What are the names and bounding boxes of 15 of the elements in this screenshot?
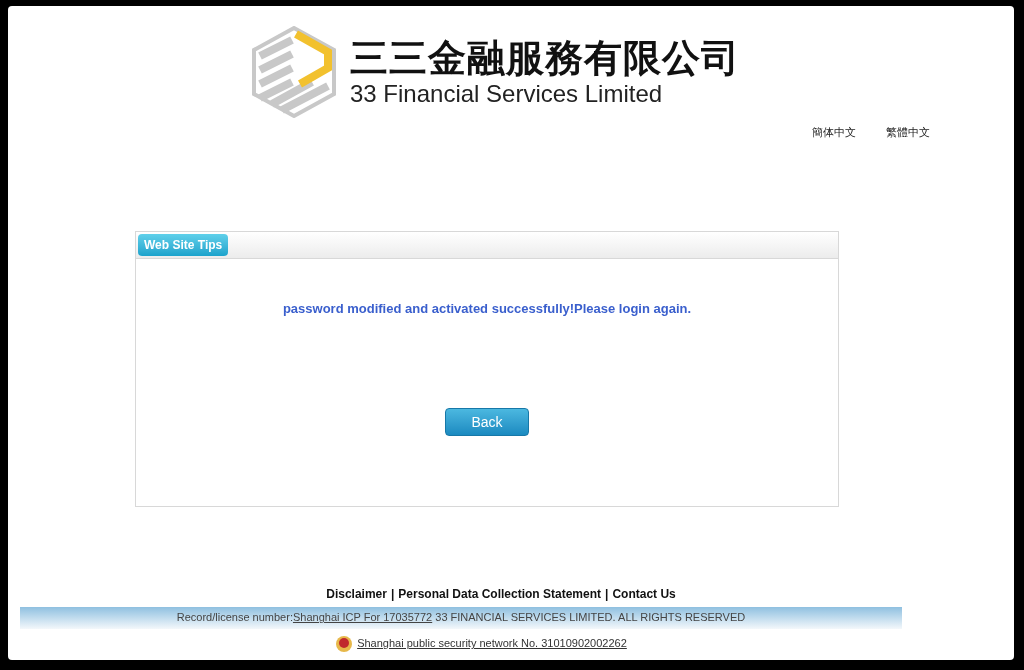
link-separator: | [390, 585, 395, 603]
language-link[interactable]: 簡体中文 [812, 124, 856, 141]
logo-icon [252, 26, 336, 118]
success-message: password modified and activated successfully!Please login again. [282, 299, 692, 318]
company-name-english: 33 Financial Services Limited [350, 80, 664, 108]
footer-link[interactable]: Personal Data Collection Statement [398, 584, 602, 603]
icp-link[interactable]: Shanghai ICP For 17035772 [292, 611, 433, 624]
police-badge-icon [335, 634, 354, 653]
link-separator: | [605, 585, 609, 603]
security-link[interactable]: Shanghai public security network No. 31010902002262 [357, 635, 627, 652]
language-link[interactable]: 繁體中文 [886, 124, 930, 141]
footer-link[interactable]: Contact Us [612, 584, 676, 603]
footer-link[interactable]: Disclaimer [326, 584, 387, 603]
company-name-chinese: 三三金融服務有限公司 [350, 36, 740, 80]
copyright-text: Record/license number:Shanghai ICP For 17035772 33 FINANCIAL SERVICES LIMITED. ALL RIGHTS RESERVED [176, 610, 746, 626]
